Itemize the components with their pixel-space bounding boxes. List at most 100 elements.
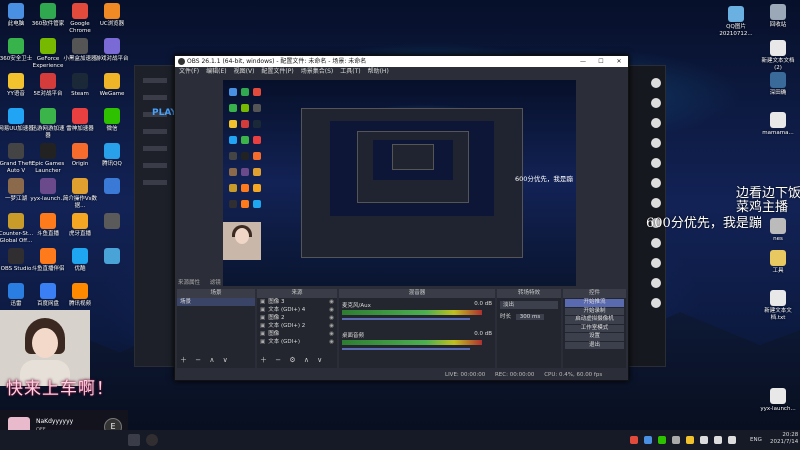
visibility-eye-icon[interactable]: ◉: [329, 306, 334, 314]
desktop-icon[interactable]: Google Chrome: [62, 3, 98, 34]
tray-icon[interactable]: [658, 436, 666, 444]
desktop-volume-slider[interactable]: [342, 348, 470, 350]
tray-icon[interactable]: [686, 436, 694, 444]
visibility-eye-icon[interactable]: ◉: [329, 338, 334, 346]
menu-item[interactable]: 配置文件(P): [261, 67, 293, 77]
desktop-icon[interactable]: Epic Games Launcher: [30, 143, 66, 174]
desktop-icon[interactable]: 工具: [760, 250, 796, 275]
source-item[interactable]: ▣ 图像 ◉: [257, 330, 337, 338]
desktop-icon-label: nes: [773, 236, 783, 242]
source-item[interactable]: ▣ 文本 (GDI+) ◉: [257, 338, 337, 346]
menu-item[interactable]: 文件(F): [179, 67, 199, 77]
menu-item[interactable]: 工具(T): [340, 67, 360, 77]
desktop-icon[interactable]: 此电脑: [0, 3, 34, 28]
source-item[interactable]: ▣ 图像 2 ◉: [257, 314, 337, 322]
desktop-icon[interactable]: 百度网盘: [30, 283, 66, 308]
desktop-icon[interactable]: OBS Studio: [0, 248, 34, 273]
desktop-icon[interactable]: 腾讯视频: [62, 283, 98, 308]
desktop-icon[interactable]: [94, 248, 130, 266]
desktop-icon[interactable]: Origin: [62, 143, 98, 168]
desktop-icon[interactable]: [94, 178, 130, 196]
transition-type-select[interactable]: 淡出: [500, 301, 558, 309]
scene-item[interactable]: 场景: [177, 298, 255, 306]
volume-icon[interactable]: [714, 436, 722, 444]
desktop-icon[interactable]: 雷神加速器: [62, 108, 98, 133]
desktop-icon[interactable]: 腾讯QQ: [94, 143, 130, 168]
menu-item[interactable]: 视图(V): [234, 67, 255, 77]
control-button[interactable]: 开始录制: [565, 307, 624, 315]
source-properties-tab[interactable]: 来源属性: [178, 280, 200, 286]
desktop-icon[interactable]: 网易UU加速器: [0, 108, 34, 133]
desktop-icon[interactable]: WeGame: [94, 73, 130, 98]
desktop-icon[interactable]: mamama...: [760, 112, 796, 137]
obs-window[interactable]: OBS 26.1.1 (64-bit, windows) - 配置文件: 未命名…: [174, 55, 629, 381]
scenes-list[interactable]: 场景 ＋ − ∧ ∨: [177, 298, 255, 368]
desktop-icon[interactable]: 小黑盒加速器: [62, 38, 98, 63]
tray-icon[interactable]: [644, 436, 652, 444]
desktop-icon[interactable]: UC浏览器: [94, 3, 130, 28]
desktop-icon[interactable]: 迅游网游加速器: [30, 108, 66, 139]
maximize-button[interactable]: ☐: [592, 56, 610, 67]
battery-icon[interactable]: [728, 436, 736, 444]
menu-item[interactable]: 帮助(H): [368, 67, 389, 77]
control-button[interactable]: 开始推流: [565, 299, 624, 307]
control-button[interactable]: 启动虚拟摄像机: [565, 316, 624, 324]
mic-volume-slider[interactable]: [342, 318, 470, 320]
desktop-icon[interactable]: [94, 213, 130, 231]
desktop-icon[interactable]: YY语音: [0, 73, 34, 98]
desktop-icon[interactable]: 深田确: [760, 72, 796, 97]
input-language[interactable]: ENG: [750, 430, 762, 450]
taskbar-app-icon[interactable]: [128, 434, 140, 446]
source-list-buttons[interactable]: ＋ − ⚙ ∧ ∨: [260, 355, 325, 365]
tray-icon[interactable]: [630, 436, 638, 444]
visibility-eye-icon[interactable]: ◉: [329, 314, 334, 322]
desktop-icon[interactable]: 微信: [94, 108, 130, 133]
obs-title-bar[interactable]: OBS 26.1.1 (64-bit, windows) - 配置文件: 未命名…: [175, 56, 628, 67]
desktop-icon[interactable]: 一梦江湖: [0, 178, 34, 203]
desktop-icon[interactable]: Steam: [62, 73, 98, 98]
desktop-icon[interactable]: Grand Theft Auto V: [0, 143, 34, 174]
control-button[interactable]: 设置: [565, 333, 624, 341]
duration-input[interactable]: 300 ms: [515, 314, 545, 320]
desktop-icon[interactable]: QQ图片 20210712...: [718, 6, 754, 37]
desktop-icon[interactable]: yyx-launch...: [30, 178, 66, 203]
desktop-icon[interactable]: 360软件管家: [30, 3, 66, 28]
visibility-eye-icon[interactable]: ◉: [329, 298, 334, 306]
desktop-icon[interactable]: 简介操作Vs数据...: [62, 178, 98, 209]
desktop-icon[interactable]: Counter-St... Global Off...: [0, 213, 34, 244]
app-icon: [40, 178, 56, 194]
minimize-button[interactable]: —: [574, 56, 592, 67]
desktop-icon[interactable]: 迅雷: [0, 283, 34, 308]
close-button[interactable]: ✕: [610, 56, 628, 67]
source-item[interactable]: ▣ 文本 (GDI+) 2 ◉: [257, 322, 337, 330]
desktop-icon[interactable]: 新建文本文档 (2): [760, 40, 796, 71]
desktop-icon[interactable]: nes: [760, 218, 796, 243]
source-item[interactable]: ▣ 文本 (GDI+) 4 ◉: [257, 306, 337, 314]
desktop-icon[interactable]: 斗鱼直播伴侣: [30, 248, 66, 273]
desktop-icon[interactable]: GeForce Experience: [30, 38, 66, 69]
desktop-icon[interactable]: 360安全卫士: [0, 38, 34, 63]
desktop-icon[interactable]: 5E对战平台: [30, 73, 66, 98]
tray-icon[interactable]: [672, 436, 680, 444]
desktop-icon[interactable]: 优酷: [62, 248, 98, 273]
scene-list-buttons[interactable]: ＋ − ∧ ∨: [180, 355, 231, 365]
desktop-icon[interactable]: 新建文本文档.txt: [760, 290, 796, 321]
obs-preview-canvas[interactable]: 600分优先，我是蹦: [223, 80, 576, 286]
menu-item[interactable]: 编辑(E): [206, 67, 226, 77]
taskbar-obs-icon[interactable]: [146, 434, 158, 446]
control-button[interactable]: 工作室模式: [565, 324, 624, 332]
taskbar-clock[interactable]: 20:28 2021/7/14: [770, 432, 798, 446]
control-button[interactable]: 退出: [565, 341, 624, 349]
network-icon[interactable]: [700, 436, 708, 444]
source-item[interactable]: ▣ 图像 3 ◉: [257, 298, 337, 306]
desktop-icon[interactable]: yyx-launch...: [760, 388, 796, 413]
sources-list[interactable]: ▣ 图像 3 ◉ ▣ 文本 (GDI+) 4 ◉ ▣ 图像 2 ◉ ▣ 文本 (GDI+) 2 ◉ ▣ 图…: [257, 298, 337, 368]
filters-tab[interactable]: 滤镜: [210, 280, 221, 286]
desktop-icon[interactable]: 斗鱼直播: [30, 213, 66, 238]
visibility-eye-icon[interactable]: ◉: [329, 330, 334, 338]
menu-item[interactable]: 场景集合(S): [301, 67, 334, 77]
desktop-icon[interactable]: 回收站: [760, 4, 796, 29]
visibility-eye-icon[interactable]: ◉: [329, 322, 334, 330]
desktop-icon[interactable]: 游戏对战平台: [94, 38, 130, 63]
desktop-icon[interactable]: 虎牙直播: [62, 213, 98, 238]
